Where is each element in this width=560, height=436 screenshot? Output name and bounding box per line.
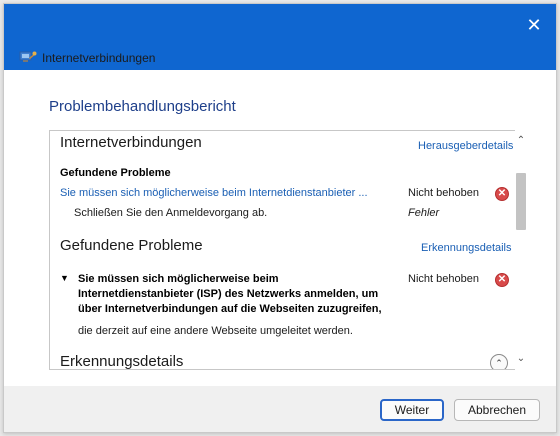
dialog-footer: Weiter Abbrechen [4,386,556,432]
expand-arrow-icon[interactable]: ▼ [60,273,69,283]
problem-detail-line-2: Internetdienstanbieter (ISP) des Netzwer… [78,288,379,300]
problem-detail-line-3: über Internetverbindungen auf die Websei… [78,303,382,315]
section-title-erkennungsdetails: Erkennungsdetails [60,353,184,370]
publisher-details-link[interactable]: Herausgeberdetails [418,140,513,152]
next-button[interactable]: Weiter [380,399,444,421]
problem-detail-line-1: Sie müssen sich möglicherweise beim [78,273,279,285]
cancel-button[interactable]: Abbrechen [454,399,540,421]
collapse-section-icon[interactable]: ⌃ [490,354,508,369]
error-icon: ✕ [495,187,509,201]
problem-description: die derzeit auf eine andere Webseite umg… [78,325,353,337]
step-status: Fehler [408,207,440,219]
problem-link[interactable]: Sie müssen sich möglicherweise beim Inte… [60,187,368,199]
detection-details-link[interactable]: Erkennungsdetails [421,242,512,254]
scroll-up-icon[interactable]: ⌃ [514,133,528,149]
error-icon: ✕ [495,273,509,287]
content-area: Problembehandlungsbericht Internetverbin… [4,70,556,386]
problem-detail-status: Nicht behoben [408,273,479,285]
troubleshooter-window: ✕ Internetverbindungen Problembehandlung… [3,3,557,433]
window-title: Internetverbindungen [42,51,156,65]
page-title: Problembehandlungsbericht [49,98,236,115]
section-title-internetverbindungen: Internetverbindungen [60,134,202,151]
vertical-scrollbar[interactable]: ⌃ ⌄ [514,131,528,369]
problem-status: Nicht behoben [408,187,479,199]
close-icon[interactable]: ✕ [524,16,544,36]
step-text: Schließen Sie den Anmeldevorgang ab. [74,207,268,219]
report-panel: Internetverbindungen Herausgeberdetails … [49,130,515,370]
scroll-down-icon[interactable]: ⌄ [514,351,528,367]
network-troubleshooter-icon [19,51,37,62]
scroll-thumb[interactable] [516,173,526,230]
found-problems-label: Gefundene Probleme [60,167,171,179]
section-title-gefundene-probleme: Gefundene Probleme [60,237,203,254]
